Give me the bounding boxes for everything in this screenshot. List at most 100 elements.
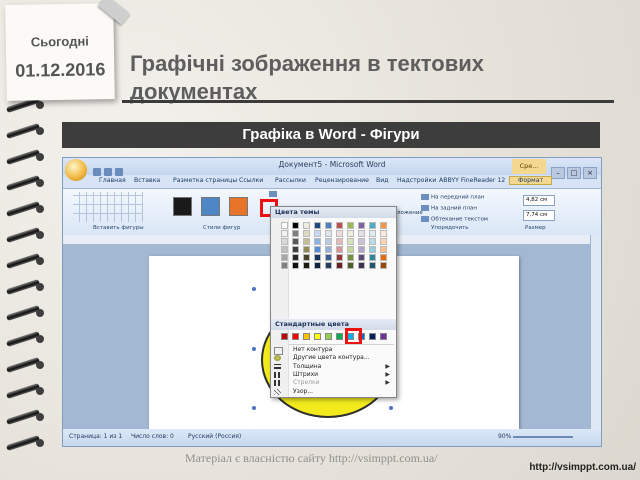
color-swatch[interactable]	[281, 262, 288, 269]
color-swatch[interactable]	[369, 262, 376, 269]
color-swatch[interactable]	[292, 254, 299, 261]
color-swatch[interactable]	[325, 222, 332, 229]
color-swatch[interactable]	[281, 254, 288, 261]
color-swatch[interactable]	[380, 238, 387, 245]
color-swatch[interactable]	[358, 238, 365, 245]
color-swatch[interactable]	[281, 333, 288, 340]
save-icon[interactable]	[93, 168, 101, 176]
color-swatch[interactable]	[380, 333, 387, 340]
color-swatch[interactable]	[281, 230, 288, 237]
color-swatch[interactable]	[314, 230, 321, 237]
color-swatch[interactable]	[325, 254, 332, 261]
color-swatch[interactable]	[325, 230, 332, 237]
shape-fill-button[interactable]	[269, 191, 279, 198]
color-swatch[interactable]	[347, 222, 354, 229]
resize-handle[interactable]	[252, 347, 256, 351]
color-swatch[interactable]	[292, 222, 299, 229]
shapes-gallery[interactable]	[73, 192, 143, 222]
shape-style-black[interactable]	[173, 197, 192, 216]
tab-addins[interactable]: Надстройки	[397, 177, 436, 184]
color-swatch[interactable]	[336, 230, 343, 237]
menu-item-pattern[interactable]: Узор...	[271, 388, 396, 396]
color-swatch[interactable]	[336, 246, 343, 253]
tab-home[interactable]: Главная	[99, 177, 126, 184]
tab-review[interactable]: Рецензирование	[315, 177, 369, 184]
color-swatch[interactable]	[281, 246, 288, 253]
color-swatch[interactable]	[347, 254, 354, 261]
color-swatch[interactable]	[358, 262, 365, 269]
color-swatch[interactable]	[303, 230, 310, 237]
color-swatch[interactable]	[347, 230, 354, 237]
color-swatch[interactable]	[281, 222, 288, 229]
send-to-back-button[interactable]: На задний план	[421, 205, 477, 212]
color-swatch[interactable]	[336, 254, 343, 261]
color-swatch[interactable]	[369, 238, 376, 245]
color-swatch[interactable]	[369, 254, 376, 261]
color-swatch[interactable]	[380, 262, 387, 269]
menu-item-arrows[interactable]: Стрелки ▶	[271, 379, 396, 387]
color-swatch[interactable]	[369, 246, 376, 253]
vertical-scrollbar[interactable]	[590, 235, 601, 429]
color-swatch[interactable]	[369, 222, 376, 229]
color-swatch[interactable]	[347, 238, 354, 245]
menu-item-more-colors[interactable]: Другие цвета контура...	[271, 354, 396, 362]
color-swatch[interactable]	[380, 222, 387, 229]
resize-handle[interactable]	[389, 406, 393, 410]
color-swatch[interactable]	[336, 262, 343, 269]
color-swatch[interactable]	[358, 230, 365, 237]
site-url[interactable]: http://vsimppt.com.ua/	[529, 462, 636, 473]
color-swatch[interactable]	[336, 222, 343, 229]
color-swatch[interactable]	[303, 246, 310, 253]
color-swatch[interactable]	[292, 333, 299, 340]
color-swatch[interactable]	[325, 238, 332, 245]
menu-item-dashes[interactable]: Штрихи ▶	[271, 371, 396, 379]
undo-icon[interactable]	[104, 168, 112, 176]
color-swatch[interactable]	[303, 333, 310, 340]
color-swatch[interactable]	[303, 238, 310, 245]
color-swatch[interactable]	[369, 333, 376, 340]
shape-style-blue[interactable]	[201, 197, 220, 216]
color-swatch[interactable]	[336, 333, 343, 340]
color-swatch[interactable]	[314, 333, 321, 340]
color-swatch[interactable]	[303, 222, 310, 229]
color-swatch[interactable]	[292, 238, 299, 245]
zoom-slider[interactable]	[513, 436, 573, 438]
color-swatch[interactable]	[358, 246, 365, 253]
color-swatch[interactable]	[380, 254, 387, 261]
color-swatch[interactable]	[314, 254, 321, 261]
menu-item-weight[interactable]: Толщина ▶	[271, 363, 396, 371]
tab-references[interactable]: Ссылки	[239, 177, 263, 184]
color-swatch[interactable]	[336, 238, 343, 245]
color-swatch[interactable]	[314, 246, 321, 253]
tab-format[interactable]: Формат	[509, 176, 553, 185]
color-swatch[interactable]	[292, 230, 299, 237]
color-swatch[interactable]	[292, 262, 299, 269]
color-swatch[interactable]	[347, 262, 354, 269]
tab-page-layout[interactable]: Разметка страницы	[173, 177, 237, 184]
resize-handle[interactable]	[252, 406, 256, 410]
color-swatch[interactable]	[369, 230, 376, 237]
tab-mailings[interactable]: Рассылки	[275, 177, 306, 184]
shape-height-input[interactable]: 4,82 см	[523, 195, 555, 206]
bring-to-front-button[interactable]: На передний план	[421, 194, 484, 201]
menu-item-no-outline[interactable]: Нет контура	[271, 346, 396, 355]
resize-handle[interactable]	[252, 287, 256, 291]
color-swatch[interactable]	[292, 246, 299, 253]
color-swatch[interactable]	[380, 230, 387, 237]
redo-icon[interactable]	[115, 168, 123, 176]
color-swatch[interactable]	[303, 254, 310, 261]
color-swatch[interactable]	[281, 238, 288, 245]
color-swatch[interactable]	[325, 333, 332, 340]
color-swatch[interactable]	[314, 238, 321, 245]
office-button[interactable]	[65, 159, 87, 181]
tab-view[interactable]: Вид	[376, 177, 389, 184]
color-swatch[interactable]	[380, 246, 387, 253]
color-swatch[interactable]	[303, 262, 310, 269]
text-wrap-button[interactable]: Обтекание текстом	[421, 216, 488, 223]
color-swatch[interactable]	[358, 254, 365, 261]
tab-abbyy[interactable]: ABBYY FineReader 12	[439, 177, 505, 184]
color-swatch[interactable]	[325, 262, 332, 269]
color-swatch[interactable]	[358, 222, 365, 229]
color-swatch[interactable]	[314, 222, 321, 229]
tab-insert[interactable]: Вставка	[134, 177, 160, 184]
